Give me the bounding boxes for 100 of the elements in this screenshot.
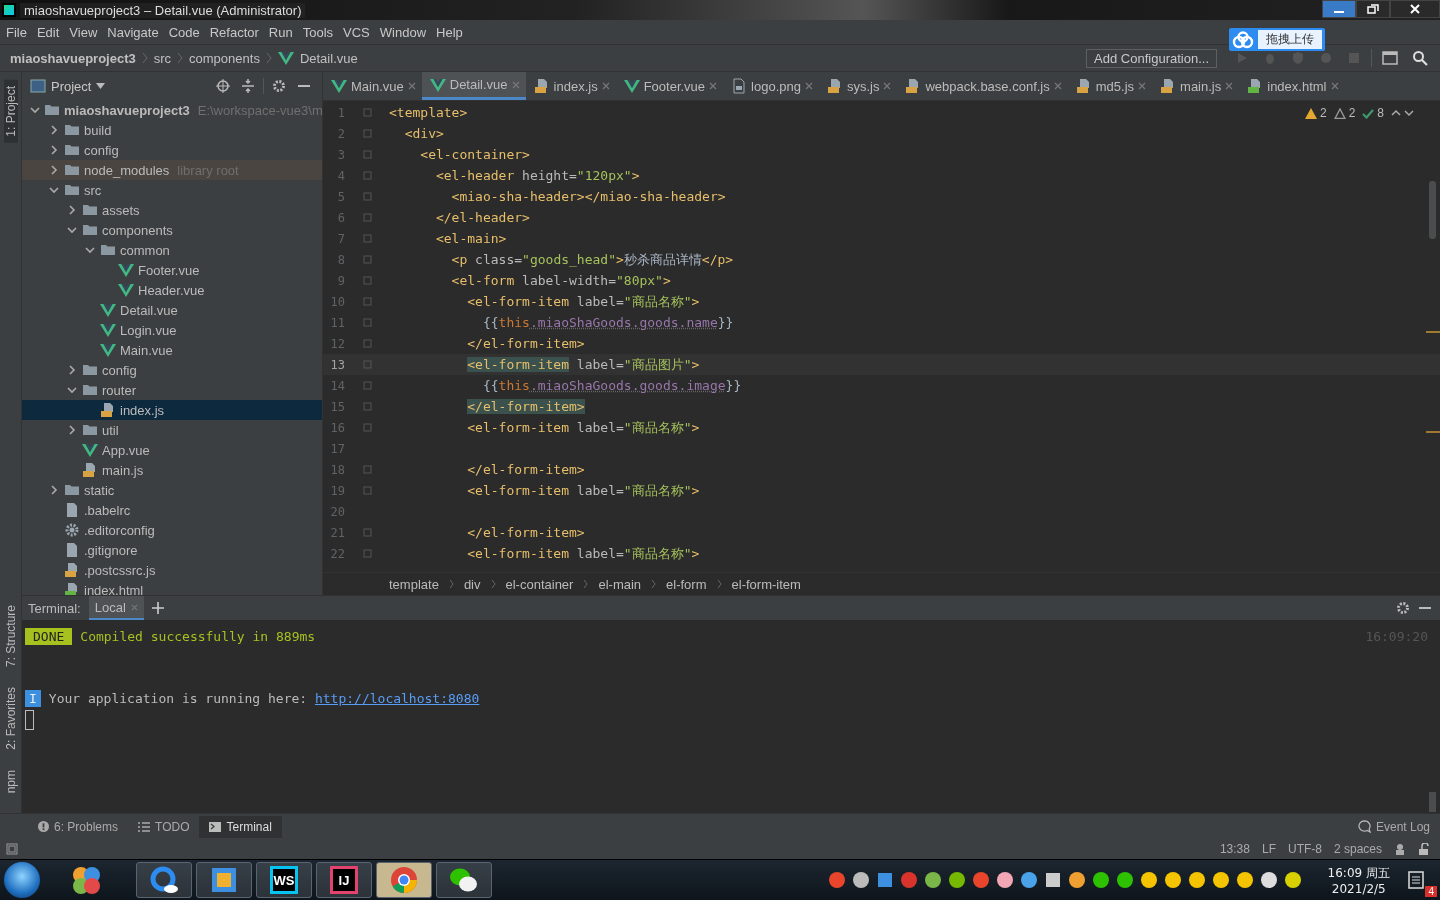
tree-item[interactable]: Login.vue bbox=[22, 320, 322, 340]
tree-item[interactable]: main.js bbox=[22, 460, 322, 480]
chevron-down-icon[interactable] bbox=[1404, 109, 1414, 117]
search-icon[interactable] bbox=[1412, 50, 1428, 66]
editor-tab[interactable]: sys.js bbox=[818, 72, 898, 100]
taskbar-app-button[interactable]: WS bbox=[256, 862, 312, 898]
chevron-down-icon[interactable] bbox=[67, 385, 77, 395]
scrollbar-thumb[interactable] bbox=[1429, 792, 1436, 812]
tree-item[interactable]: Main.vue bbox=[22, 340, 322, 360]
status-item[interactable]: 2 spaces bbox=[1333, 842, 1382, 856]
tree-item[interactable]: src bbox=[22, 180, 322, 200]
tree-item[interactable]: router bbox=[22, 380, 322, 400]
tree-item[interactable]: .editorconfig bbox=[22, 520, 322, 540]
fold-marker-icon[interactable] bbox=[362, 297, 372, 306]
scrollbar-thumb[interactable] bbox=[1429, 181, 1436, 239]
fold-marker-icon[interactable] bbox=[362, 171, 372, 180]
taskbar-app-button[interactable]: IJ bbox=[316, 862, 372, 898]
fold-marker-icon[interactable] bbox=[362, 549, 372, 558]
fold-marker-icon[interactable] bbox=[362, 129, 372, 138]
editor-tab[interactable]: Footer.vue bbox=[615, 72, 724, 100]
close-icon[interactable] bbox=[407, 82, 416, 90]
chevron-right-icon[interactable] bbox=[49, 125, 59, 135]
close-icon[interactable] bbox=[1138, 82, 1147, 90]
close-icon[interactable] bbox=[709, 82, 718, 90]
warning-icon[interactable] bbox=[1304, 107, 1317, 119]
chevron-up-icon[interactable] bbox=[1391, 109, 1401, 117]
chevron-right-icon[interactable] bbox=[67, 365, 77, 375]
editor-tab[interactable]: index.js bbox=[525, 72, 616, 100]
fold-marker-icon[interactable] bbox=[362, 423, 372, 432]
fold-marker-icon[interactable] bbox=[362, 318, 372, 327]
fold-marker-icon[interactable] bbox=[362, 402, 372, 411]
breadcrumb-item[interactable]: miaoshavueproject3 bbox=[10, 50, 136, 66]
tree-item[interactable]: .babelrc bbox=[22, 500, 322, 520]
taskbar-app-icon[interactable] bbox=[136, 862, 192, 898]
warning-icon[interactable] bbox=[1333, 107, 1346, 119]
close-icon[interactable] bbox=[601, 82, 610, 90]
fold-marker-icon[interactable] bbox=[362, 192, 372, 201]
collapse-icon[interactable] bbox=[241, 79, 255, 93]
fold-marker-icon[interactable] bbox=[362, 465, 372, 474]
status-item[interactable]: LF bbox=[1261, 842, 1276, 856]
tree-item[interactable]: Detail.vue bbox=[22, 300, 322, 320]
close-button[interactable] bbox=[1390, 0, 1440, 18]
breadcrumb-item[interactable]: el-main bbox=[598, 576, 642, 592]
menu-item[interactable]: Refactor bbox=[205, 24, 263, 40]
menu-item[interactable]: Run bbox=[264, 24, 297, 40]
upload-tooltip[interactable]: 拖拽上传 bbox=[1229, 28, 1325, 51]
action-center-icon[interactable] bbox=[1408, 871, 1424, 889]
breadcrumb-item[interactable]: el-form-item bbox=[731, 576, 801, 592]
chevron-down-icon[interactable] bbox=[67, 225, 77, 235]
fold-marker-icon[interactable] bbox=[362, 528, 372, 537]
settings-icon[interactable] bbox=[272, 79, 286, 93]
breadcrumb-item[interactable]: el-form bbox=[666, 576, 707, 592]
close-icon[interactable] bbox=[1053, 82, 1062, 90]
menu-item[interactable]: Navigate bbox=[103, 24, 163, 40]
tool-window-tab[interactable]: 2: Favorites bbox=[3, 680, 18, 756]
status-item[interactable]: 13:38 bbox=[1219, 842, 1250, 856]
editor-tab[interactable]: Detail.vue bbox=[421, 72, 526, 100]
fold-marker-icon[interactable] bbox=[362, 108, 372, 117]
close-icon[interactable] bbox=[883, 82, 892, 90]
restore-button[interactable] bbox=[1356, 0, 1390, 18]
url-link[interactable]: http://localhost:8080 bbox=[314, 690, 480, 706]
clock-date[interactable]: 2021/2/5 bbox=[1331, 881, 1386, 896]
breadcrumb-item[interactable]: src bbox=[153, 50, 172, 66]
menu-item[interactable]: View bbox=[65, 24, 102, 40]
chevron-right-icon[interactable] bbox=[49, 485, 59, 495]
fold-marker-icon[interactable] bbox=[362, 339, 372, 348]
fold-marker-icon[interactable] bbox=[362, 276, 372, 285]
menu-item[interactable]: Code bbox=[164, 24, 204, 40]
session-tab[interactable]: Local bbox=[88, 596, 144, 620]
minimize-button[interactable] bbox=[1322, 0, 1356, 18]
add-configuration-button[interactable]: Add Configuration... bbox=[1086, 48, 1217, 68]
tree-item[interactable]: index.js bbox=[22, 400, 322, 420]
event-log-button[interactable]: Event Log bbox=[1347, 815, 1440, 838]
tree-item[interactable]: Footer.vue bbox=[22, 260, 322, 280]
editor-tab[interactable]: Main.vue bbox=[323, 72, 422, 100]
padlock-icon[interactable] bbox=[1418, 843, 1430, 855]
tree-item[interactable]: index.html bbox=[22, 580, 322, 595]
close-icon[interactable] bbox=[804, 82, 813, 90]
tool-window-tab[interactable]: TODO bbox=[128, 815, 200, 838]
fold-marker-icon[interactable] bbox=[362, 234, 372, 243]
tool-window-tab[interactable]: 6: Problems bbox=[28, 815, 129, 838]
tree-item[interactable]: common bbox=[22, 240, 322, 260]
editor-tab[interactable]: logo.png bbox=[723, 72, 819, 100]
caret-icon[interactable] bbox=[96, 83, 106, 89]
tree-item[interactable]: build bbox=[22, 120, 322, 140]
menu-item[interactable]: VCS bbox=[339, 24, 374, 40]
tree-item[interactable]: App.vue bbox=[22, 440, 322, 460]
crosshair-icon[interactable] bbox=[216, 79, 230, 93]
breadcrumb-item[interactable]: Detail.vue bbox=[299, 50, 358, 66]
fold-marker-icon[interactable] bbox=[362, 213, 372, 222]
tool-window-tab[interactable]: Terminal bbox=[199, 815, 282, 838]
close-icon[interactable] bbox=[1225, 82, 1234, 90]
chevron-down-icon[interactable] bbox=[30, 105, 40, 115]
fold-marker-icon[interactable] bbox=[362, 150, 372, 159]
settings-icon[interactable] bbox=[1396, 601, 1410, 615]
menu-item[interactable]: Edit bbox=[32, 24, 64, 40]
panel-title[interactable]: Project bbox=[51, 78, 92, 94]
fold-marker-icon[interactable] bbox=[362, 255, 372, 264]
editor-tab[interactable]: webpack.base.conf.js bbox=[897, 72, 1068, 100]
chevron-right-icon[interactable] bbox=[67, 425, 77, 435]
